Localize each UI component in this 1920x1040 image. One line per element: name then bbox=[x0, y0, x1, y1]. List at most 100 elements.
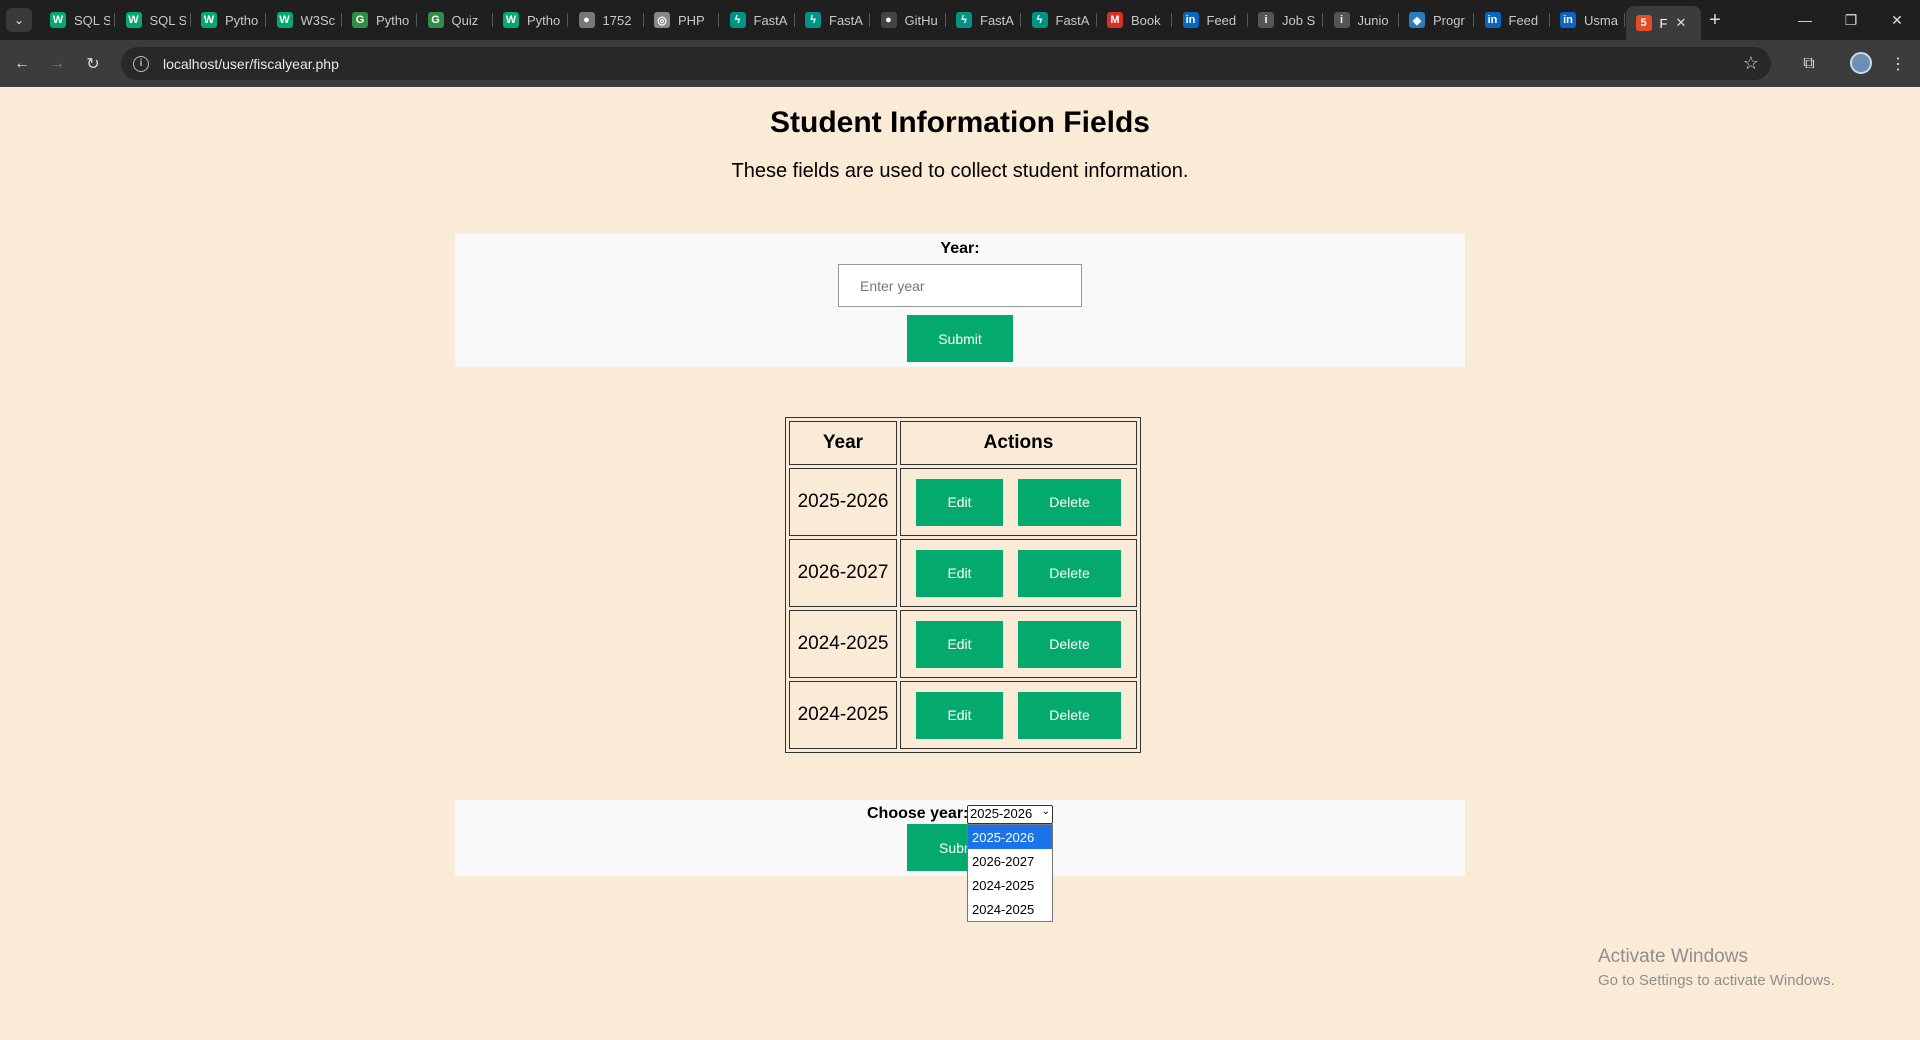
dropdown-option[interactable]: 2024-2025 bbox=[968, 897, 1052, 921]
browser-tab[interactable]: ϟ FastA bbox=[795, 6, 870, 34]
site-info-icon[interactable]: i bbox=[133, 55, 149, 72]
fastapi-icon: ϟ bbox=[1031, 12, 1048, 28]
actions-wrap: Edit Delete bbox=[901, 691, 1136, 739]
browser-tab[interactable]: ● 1752 bbox=[569, 6, 644, 34]
browser-tab[interactable]: 5 F ✕ bbox=[1625, 6, 1701, 40]
actions-wrap: Edit Delete bbox=[901, 620, 1136, 668]
extensions-icon[interactable]: ⧉ bbox=[1797, 52, 1821, 76]
delete-button[interactable]: Delete bbox=[1018, 691, 1121, 739]
year-cell: 2024-2025 bbox=[789, 610, 897, 678]
new-tab-button[interactable]: + bbox=[1703, 8, 1727, 32]
back-icon[interactable]: ← bbox=[8, 50, 36, 78]
tab-title: Pytho bbox=[527, 12, 561, 28]
geeksforgeeks-icon: G bbox=[427, 12, 444, 28]
table-body: 2025-2026 Edit Delete 2026-2027 Edit Delete 20… bbox=[789, 468, 1137, 749]
submit-year-button[interactable]: Submit bbox=[907, 315, 1013, 362]
browser-tab[interactable]: in Usma bbox=[1550, 6, 1625, 34]
tab-title: GitHu bbox=[904, 12, 938, 28]
windows-activation-watermark: Activate Windows Go to Settings to activ… bbox=[1598, 946, 1835, 989]
browser-tab[interactable]: in Feed bbox=[1173, 6, 1248, 34]
browser-tab[interactable]: in Feed bbox=[1475, 6, 1550, 34]
browser-tab[interactable]: W SQL S bbox=[116, 6, 191, 34]
url-text: localhost/user/fiscalyear.php bbox=[163, 55, 339, 72]
browser-tab[interactable]: i Junio bbox=[1324, 6, 1399, 34]
table-row: 2024-2025 Edit Delete bbox=[789, 681, 1137, 749]
browser-tab[interactable]: ● GitHu bbox=[871, 6, 946, 34]
table-row: 2026-2027 Edit Delete bbox=[789, 539, 1137, 607]
year-label: Year: bbox=[940, 240, 980, 257]
watermark-title: Activate Windows bbox=[1598, 946, 1748, 967]
tab-title: 1752 bbox=[602, 12, 632, 28]
github-icon: ● bbox=[880, 12, 897, 28]
browser-tab[interactable]: W W3Sc bbox=[267, 6, 342, 34]
choose-year-label: Choose year: bbox=[867, 805, 969, 822]
watermark-subtitle: Go to Settings to activate Windows. bbox=[1598, 972, 1835, 989]
fastapi-icon: ϟ bbox=[805, 12, 821, 28]
edit-button[interactable]: Edit bbox=[916, 620, 1003, 668]
edit-button[interactable]: Edit bbox=[916, 691, 1003, 739]
tab-title: FastA bbox=[980, 12, 1014, 28]
year-cell: 2026-2027 bbox=[789, 539, 897, 607]
table-row: 2024-2025 Edit Delete bbox=[789, 610, 1137, 678]
tab-title: Job S bbox=[1282, 12, 1316, 28]
reload-icon[interactable]: ↻ bbox=[79, 50, 107, 78]
edit-button[interactable]: Edit bbox=[916, 549, 1003, 597]
linkedin-icon: in bbox=[1182, 12, 1199, 28]
w3schools-icon: W bbox=[125, 12, 142, 28]
browser-tab[interactable]: W SQL S bbox=[40, 6, 115, 34]
browser-tab[interactable]: M Book bbox=[1097, 6, 1172, 34]
year-cell: 2024-2025 bbox=[789, 681, 897, 749]
tab-strip: ⌄ W SQL S W SQL S W Pytho W W3Sc G Pytho G Quiz W Pyt… bbox=[0, 0, 1920, 40]
browser-tab[interactable]: W Pytho bbox=[493, 6, 568, 34]
tab-title: Pytho bbox=[376, 12, 410, 28]
info-icon: i bbox=[1258, 12, 1274, 28]
delete-button[interactable]: Delete bbox=[1018, 478, 1121, 526]
actions-cell: Edit Delete bbox=[900, 681, 1137, 749]
year-input[interactable] bbox=[838, 264, 1082, 307]
dropdown-option[interactable]: 2025-2026 bbox=[968, 825, 1052, 849]
dropdown-option[interactable]: 2026-2027 bbox=[968, 849, 1052, 873]
tab-title: Junio bbox=[1357, 12, 1389, 28]
year-table: Year Actions 2025-2026 Edit Delete 2026-202… bbox=[785, 417, 1141, 753]
close-window-icon[interactable]: ✕ bbox=[1874, 6, 1920, 34]
tab-search-icon[interactable]: ⌄ bbox=[6, 8, 32, 32]
browser-tab[interactable]: i Job S bbox=[1248, 6, 1323, 34]
browser-tab[interactable]: W Pytho bbox=[191, 6, 266, 34]
tab-title: Feed bbox=[1206, 12, 1237, 28]
address-bar[interactable]: i localhost/user/fiscalyear.php ☆ bbox=[121, 47, 1771, 80]
tab-title: PHP bbox=[678, 12, 705, 28]
tab-title: Quiz bbox=[451, 12, 479, 28]
delete-button[interactable]: Delete bbox=[1018, 620, 1121, 668]
tab-title: W3Sc bbox=[300, 12, 336, 28]
tab-title: Usma bbox=[1584, 12, 1618, 28]
header-year: Year bbox=[789, 421, 897, 465]
linkedin-icon: in bbox=[1560, 12, 1576, 28]
dropdown-option[interactable]: 2024-2025 bbox=[968, 873, 1052, 897]
info-icon: i bbox=[1333, 12, 1350, 28]
forward-icon[interactable]: → bbox=[43, 50, 71, 78]
tab-title: Pytho bbox=[225, 12, 259, 28]
tab-title: SQL S bbox=[149, 12, 186, 28]
actions-wrap: Edit Delete bbox=[901, 478, 1136, 526]
edit-button[interactable]: Edit bbox=[916, 478, 1003, 526]
browser-tab[interactable]: G Quiz bbox=[418, 6, 493, 34]
browser-tab[interactable]: ◆ Progr bbox=[1399, 6, 1474, 34]
menu-icon[interactable]: ⋮ bbox=[1886, 52, 1910, 76]
profile-avatar[interactable] bbox=[1850, 52, 1872, 74]
fastapi-icon: ϟ bbox=[729, 12, 746, 28]
browser-tab[interactable]: G Pytho bbox=[342, 6, 417, 34]
year-select[interactable]: 2025-2026 ⌄ bbox=[967, 805, 1053, 824]
browser-tab[interactable]: ϟ FastA bbox=[1022, 6, 1097, 34]
restore-icon[interactable]: ❐ bbox=[1828, 6, 1874, 34]
browser-tab[interactable]: ϟ FastA bbox=[720, 6, 795, 34]
bookmark-star-icon[interactable]: ☆ bbox=[1743, 53, 1759, 74]
browser-tab[interactable]: ◎ PHP bbox=[644, 6, 719, 34]
html5-icon: 5 bbox=[1635, 15, 1652, 31]
minimize-icon[interactable]: — bbox=[1782, 6, 1828, 34]
year-dropdown-list: 2025-2026 2026-2027 2024-2025 2024-2025 bbox=[967, 824, 1053, 922]
browser-tab[interactable]: ϟ FastA bbox=[946, 6, 1021, 34]
delete-button[interactable]: Delete bbox=[1018, 549, 1121, 597]
close-tab-icon[interactable]: ✕ bbox=[1676, 15, 1687, 31]
w3schools-icon: W bbox=[201, 12, 217, 28]
page-subtitle: These fields are used to collect student… bbox=[731, 160, 1189, 182]
